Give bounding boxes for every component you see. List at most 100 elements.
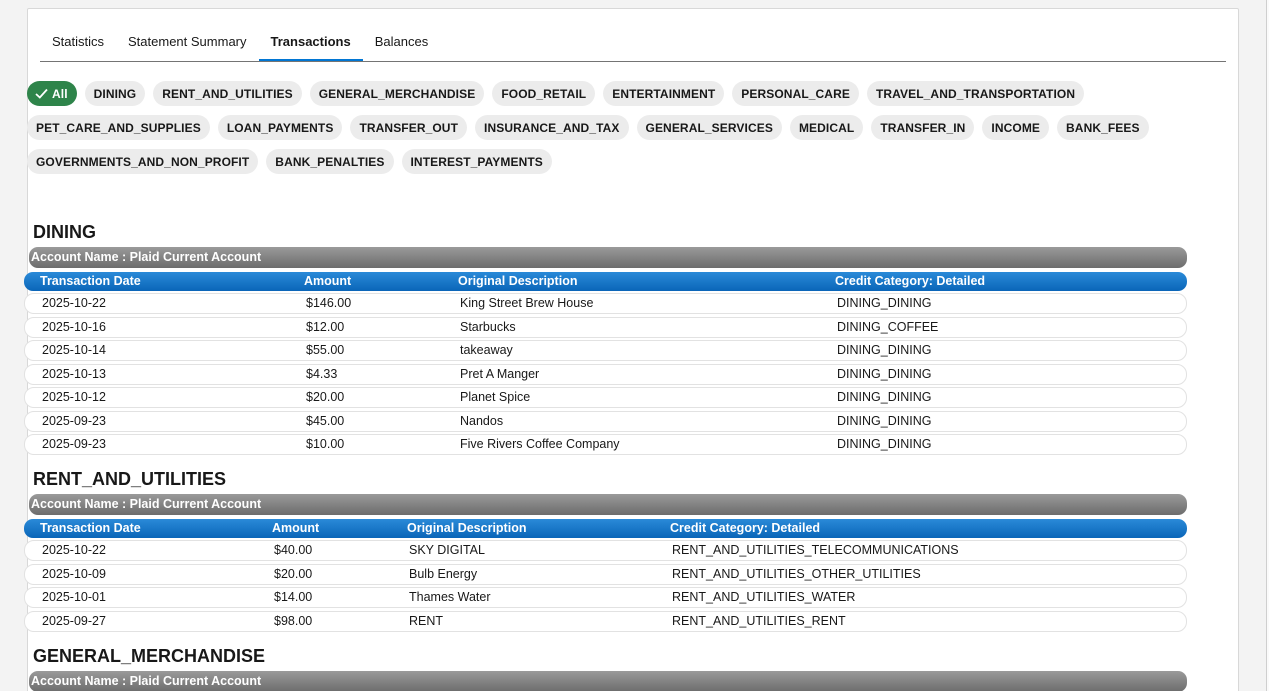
table-row[interactable]: 2025-10-09 $20.00 Bulb Energy RENT_AND_UTIL… — [24, 563, 1187, 585]
filter-pill-interest-payments[interactable]: INTEREST_PAYMENTS — [401, 149, 552, 174]
date-cell: 2025-10-22 — [42, 296, 106, 310]
filter-pill-all[interactable]: All — [27, 81, 77, 106]
category-cell: DINING_COFFEE — [837, 319, 939, 334]
amount-cell: $45.00 — [306, 413, 345, 428]
amount-cell: $20.00 — [306, 390, 345, 404]
amount-cell: $20.00 — [274, 566, 313, 581]
table-row[interactable]: 2025-09-23 $10.00 Five Rivers Coffee Compa… — [24, 434, 1187, 455]
column-header[interactable]: Amount — [304, 272, 351, 291]
section-title: GENERAL_MERCHANDISE — [33, 646, 266, 666]
table-row[interactable]: 2025-09-27 $98.00 RENT RENT_AND_UTILITIES_R… — [24, 610, 1187, 632]
date-cell: 2025-10-14 — [42, 343, 106, 357]
amount-cell: $14.00 — [274, 590, 313, 604]
amount-cell: $10.00 — [306, 437, 345, 451]
filter-pill-label: PERSONAL_CARE — [741, 86, 850, 101]
table-row[interactable]: 2025-10-14 $55.00 takeaway DINING_DINING — [24, 340, 1187, 361]
table-row[interactable]: 2025-10-12 $20.00 Planet Spice DINING_DININ… — [24, 387, 1187, 408]
filter-pill-bank-penalties[interactable]: BANK_PENALTIES — [266, 149, 394, 174]
filter-pill-rent-and-utilities[interactable]: RENT_AND_UTILITIES — [153, 81, 302, 106]
description-cell: Five Rivers Coffee Company — [460, 437, 620, 451]
category-section: DINING Account Name : Plaid Current Accou… — [24, 221, 1187, 458]
filter-pill-label: MEDICAL — [798, 120, 855, 135]
column-header[interactable]: Credit Category: Detailed — [835, 272, 985, 291]
table-row[interactable]: 2025-10-16 $12.00 Starbucks DINING_COFFEE — [24, 316, 1187, 338]
column-header[interactable]: Original Description — [458, 272, 577, 291]
table-row[interactable]: 2025-09-23 $45.00 Nandos DINING_DINING — [24, 410, 1187, 432]
description-cell: RENT — [409, 613, 444, 628]
category-section: GENERAL_MERCHANDISE Account Name : Plaid … — [24, 645, 1187, 691]
table-row[interactable]: 2025-10-01 $14.00 Thames Water RENT_AND_UTI… — [24, 587, 1187, 608]
filter-pill-label: RENT_AND_UTILITIES — [162, 86, 293, 101]
filter-pill-label: TRAVEL_AND_TRANSPORTATION — [875, 86, 1076, 101]
table-header: Transaction Date Amount Original Descripti… — [24, 272, 1187, 291]
filter-pill-loan-payments[interactable]: LOAN_PAYMENTS — [217, 115, 343, 140]
column-header[interactable]: Credit Category: Detailed — [670, 519, 820, 538]
filter-pill-label: LOAN_PAYMENTS — [226, 120, 334, 135]
filter-pill-food-retail[interactable]: FOOD_RETAIL — [492, 81, 596, 106]
filter-pill-medical[interactable]: MEDICAL — [789, 115, 864, 140]
table-row[interactable]: 2025-10-13 $4.33 Pret A Manger DINING_DININ… — [24, 363, 1187, 385]
date-cell: 2025-10-22 — [42, 543, 106, 557]
filter-pill-label: PET_CARE_AND_SUPPLIES — [36, 120, 201, 135]
filter-pill-label: INTEREST_PAYMENTS — [410, 154, 543, 169]
description-cell: Starbucks — [460, 319, 516, 334]
tab-bar: Statistics Statement Summary Transaction… — [40, 27, 1226, 62]
column-header[interactable]: Original Description — [407, 519, 526, 538]
column-header[interactable]: Transaction Date — [40, 272, 141, 291]
column-header[interactable]: Amount — [272, 519, 319, 538]
filter-pill-insurance-and-tax[interactable]: INSURANCE_AND_TAX — [475, 115, 629, 140]
filter-pill-general-services[interactable]: GENERAL_SERVICES — [636, 115, 782, 140]
filter-pill-label: FOOD_RETAIL — [501, 86, 587, 101]
description-cell: SKY DIGITAL — [409, 543, 485, 557]
filter-pill-income[interactable]: INCOME — [982, 115, 1050, 140]
amount-cell: $40.00 — [274, 543, 313, 557]
category-cell: DINING_DINING — [837, 437, 932, 451]
filter-pill-pet-care-and-supplies[interactable]: PET_CARE_AND_SUPPLIES — [27, 115, 210, 140]
filter-pill-label: GENERAL_SERVICES — [645, 120, 773, 135]
date-cell: 2025-10-13 — [42, 366, 106, 381]
category-cell: RENT_AND_UTILITIES_OTHER_UTILITIES — [672, 566, 921, 581]
tab-statement-summary[interactable]: Statement Summary — [116, 27, 259, 61]
account-name-bar: Account Name : Plaid Current Account — [29, 247, 1187, 268]
amount-cell: $12.00 — [306, 319, 345, 334]
filter-pill-dining[interactable]: DINING — [84, 81, 146, 106]
section-title: RENT_AND_UTILITIES — [33, 469, 227, 489]
filter-pill-travel-and-transportation[interactable]: TRAVEL_AND_TRANSPORTATION — [866, 81, 1085, 106]
column-header[interactable]: Transaction Date — [40, 519, 141, 538]
filter-pill-general-merchandise[interactable]: GENERAL_MERCHANDISE — [309, 81, 485, 106]
category-cell: DINING_DINING — [837, 343, 932, 357]
tab-balances[interactable]: Balances — [363, 27, 440, 61]
account-name-bar: Account Name : Plaid Current Account — [29, 671, 1187, 691]
category-cell: DINING_DINING — [837, 413, 932, 428]
filter-pill-personal-care[interactable]: PERSONAL_CARE — [732, 81, 859, 106]
description-cell: Bulb Energy — [409, 566, 478, 581]
category-cell: DINING_DINING — [837, 296, 932, 310]
date-cell: 2025-10-01 — [42, 590, 106, 604]
category-filter-pills: All DINING RENT_AND_UTILITIES GENERAL_MERCH… — [27, 81, 1187, 174]
check-icon — [35, 88, 48, 99]
category-cell: RENT_AND_UTILITIES_RENT — [672, 613, 846, 628]
filter-pill-bank-fees[interactable]: BANK_FEES — [1057, 115, 1149, 140]
date-cell: 2025-09-23 — [42, 413, 106, 428]
date-cell: 2025-09-23 — [42, 437, 106, 451]
table-header: Transaction Date Amount Original Descripti… — [24, 519, 1187, 538]
description-cell: Nandos — [460, 413, 504, 428]
filter-pill-label: All — [52, 86, 68, 101]
description-cell: King Street Brew House — [460, 296, 594, 310]
filter-pill-entertainment[interactable]: ENTERTAINMENT — [603, 81, 725, 106]
table-row[interactable]: 2025-10-22 $40.00 SKY DIGITAL RENT_AND_UTIL… — [24, 540, 1187, 561]
filter-pill-transfer-in[interactable]: TRANSFER_IN — [871, 115, 975, 140]
filter-pill-label: TRANSFER_IN — [880, 120, 966, 135]
date-cell: 2025-10-09 — [42, 566, 106, 581]
amount-cell: $4.33 — [306, 366, 338, 381]
tab-statistics[interactable]: Statistics — [40, 27, 116, 61]
section-title: DINING — [33, 222, 96, 242]
account-name-bar: Account Name : Plaid Current Account — [29, 494, 1187, 515]
amount-cell: $55.00 — [306, 343, 345, 357]
filter-pill-label: GOVERNMENTS_AND_NON_PROFIT — [36, 154, 250, 169]
filter-pill-transfer-out[interactable]: TRANSFER_OUT — [350, 115, 468, 140]
tab-transactions[interactable]: Transactions — [258, 27, 363, 61]
filter-pill-governments-and-non-profit[interactable]: GOVERNMENTS_AND_NON_PROFIT — [27, 149, 259, 174]
amount-cell: $98.00 — [274, 613, 313, 628]
table-row[interactable]: 2025-10-22 $146.00 King Street Brew House D… — [24, 293, 1187, 314]
